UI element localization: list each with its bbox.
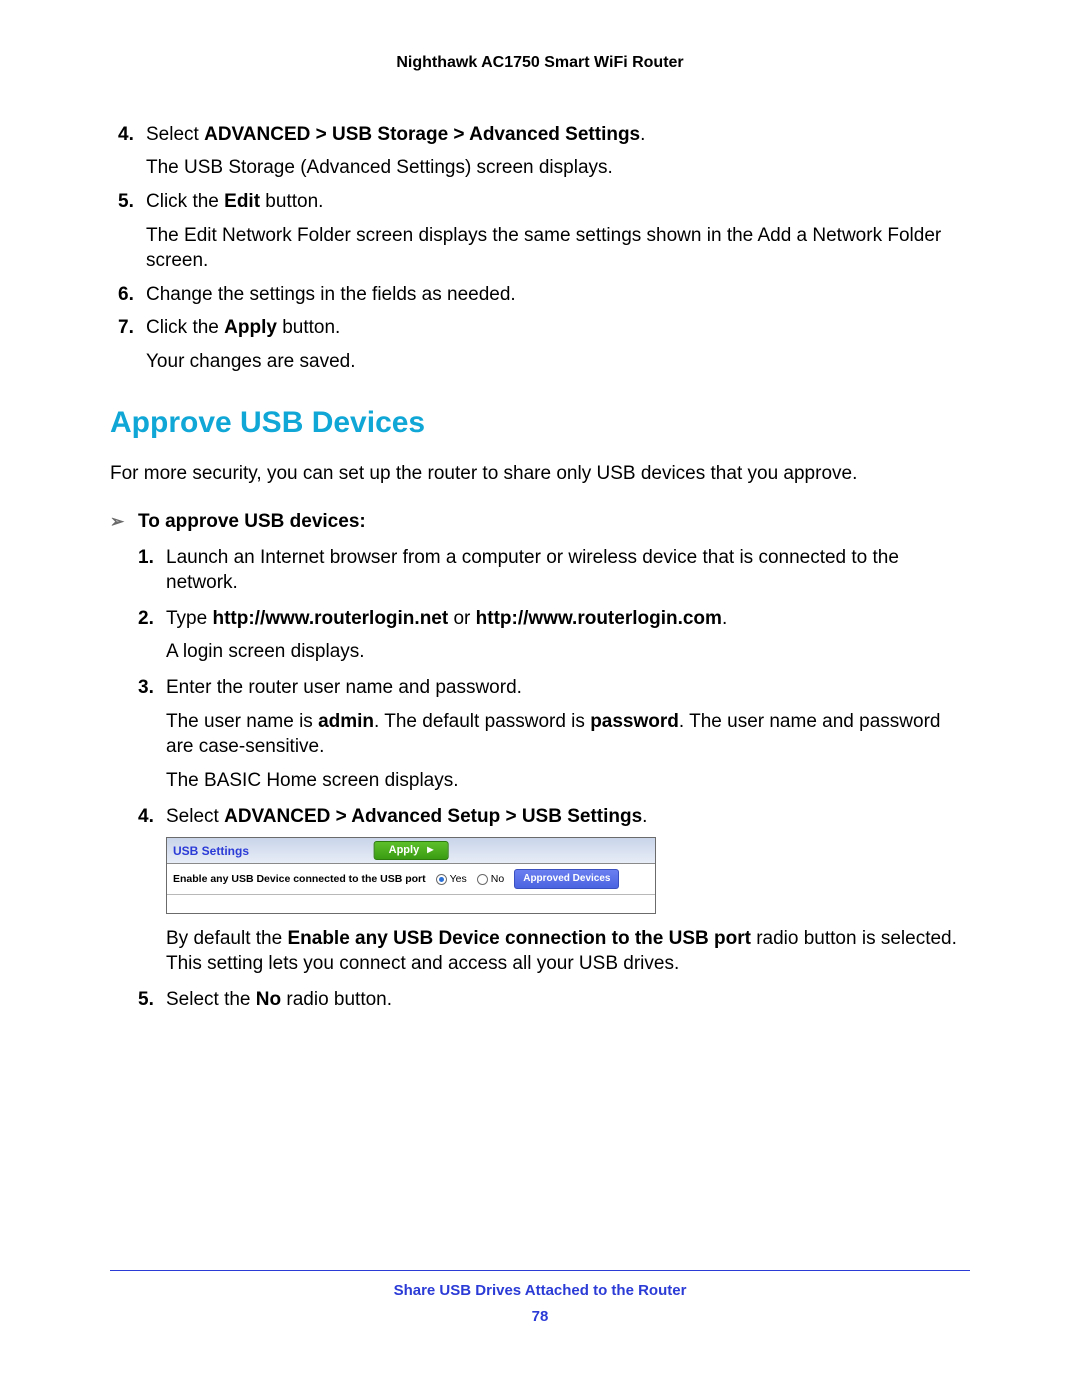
step-number: 5. <box>138 987 154 1013</box>
radio-yes[interactable]: Yes <box>436 872 467 886</box>
step-text: Click the Apply button. <box>146 317 340 338</box>
step-explanation: By default the Enable any USB Device con… <box>166 926 970 977</box>
step-6: 6. Change the settings in the fields as … <box>146 282 970 308</box>
radio-yes-label: Yes <box>450 872 467 886</box>
step-text: Enter the router user name and password. <box>166 677 522 698</box>
task-lead-text: To approve USB devices: <box>138 511 366 532</box>
step-number: 7. <box>118 315 134 341</box>
apply-button-label: Apply <box>389 843 420 858</box>
step-result: The Edit Network Folder screen displays … <box>146 223 970 274</box>
step-number: 2. <box>138 606 154 632</box>
chevron-right-icon: ➢ <box>110 511 124 534</box>
panel-empty-row <box>167 895 655 913</box>
step-text: Select ADVANCED > Advanced Setup > USB S… <box>166 806 647 827</box>
footer-chapter-title: Share USB Drives Attached to the Router <box>110 1281 970 1301</box>
panel-titlebar: USB Settings Apply ▶ <box>167 838 655 864</box>
usb-settings-screenshot: USB Settings Apply ▶ Enable any USB Devi… <box>166 837 656 914</box>
step-text: Type http://www.routerlogin.net or http:… <box>166 608 727 629</box>
step-number: 4. <box>138 804 154 830</box>
page-footer: Share USB Drives Attached to the Router … <box>110 1270 970 1328</box>
procedure-steps-list: 1. Launch an Internet browser from a com… <box>110 545 970 1013</box>
enable-usb-label: Enable any USB Device connected to the U… <box>173 872 426 886</box>
triangle-right-icon: ▶ <box>427 845 433 856</box>
section-intro: For more security, you can set up the ro… <box>110 461 970 487</box>
enable-usb-row: Enable any USB Device connected to the U… <box>167 864 655 895</box>
task-lead: ➢ To approve USB devices: <box>110 509 970 535</box>
step-4: 4. Select ADVANCED > USB Storage > Advan… <box>146 122 970 181</box>
step-text: Click the Edit button. <box>146 191 323 212</box>
header-product-title: Nighthawk AC1750 Smart WiFi Router <box>110 52 970 74</box>
radio-no[interactable]: No <box>477 872 504 886</box>
radio-icon <box>477 874 488 885</box>
proc-step-5: 5. Select the No radio button. <box>166 987 970 1013</box>
step-text: Change the settings in the fields as nee… <box>146 284 516 305</box>
proc-step-4: 4. Select ADVANCED > Advanced Setup > US… <box>166 804 970 977</box>
panel-title: USB Settings <box>167 843 249 859</box>
step-text: Select ADVANCED > USB Storage > Advanced… <box>146 124 645 145</box>
section-heading: Approve USB Devices <box>110 403 970 444</box>
step-number: 3. <box>138 675 154 701</box>
step-note: The user name is admin. The default pass… <box>166 709 970 760</box>
apply-button[interactable]: Apply ▶ <box>374 841 449 860</box>
step-7: 7. Click the Apply button. Your changes … <box>146 315 970 374</box>
step-number: 5. <box>118 189 134 215</box>
proc-step-1: 1. Launch an Internet browser from a com… <box>166 545 970 596</box>
footer-page-number: 78 <box>110 1307 970 1327</box>
document-page: Nighthawk AC1750 Smart WiFi Router 4. Se… <box>0 0 1080 1013</box>
continued-steps-list: 4. Select ADVANCED > USB Storage > Advan… <box>110 122 970 375</box>
step-5: 5. Click the Edit button. The Edit Netwo… <box>146 189 970 274</box>
step-result: A login screen displays. <box>166 639 970 665</box>
step-number: 1. <box>138 545 154 571</box>
radio-icon <box>436 874 447 885</box>
step-result: The BASIC Home screen displays. <box>166 768 970 794</box>
proc-step-3: 3. Enter the router user name and passwo… <box>166 675 970 794</box>
step-result: Your changes are saved. <box>146 349 970 375</box>
proc-step-2: 2. Type http://www.routerlogin.net or ht… <box>166 606 970 665</box>
step-text: Launch an Internet browser from a comput… <box>166 547 899 594</box>
step-number: 6. <box>118 282 134 308</box>
radio-no-label: No <box>491 872 504 886</box>
step-text: Select the No radio button. <box>166 989 392 1010</box>
step-result: The USB Storage (Advanced Settings) scre… <box>146 155 970 181</box>
approved-devices-button[interactable]: Approved Devices <box>514 869 619 889</box>
step-number: 4. <box>118 122 134 148</box>
